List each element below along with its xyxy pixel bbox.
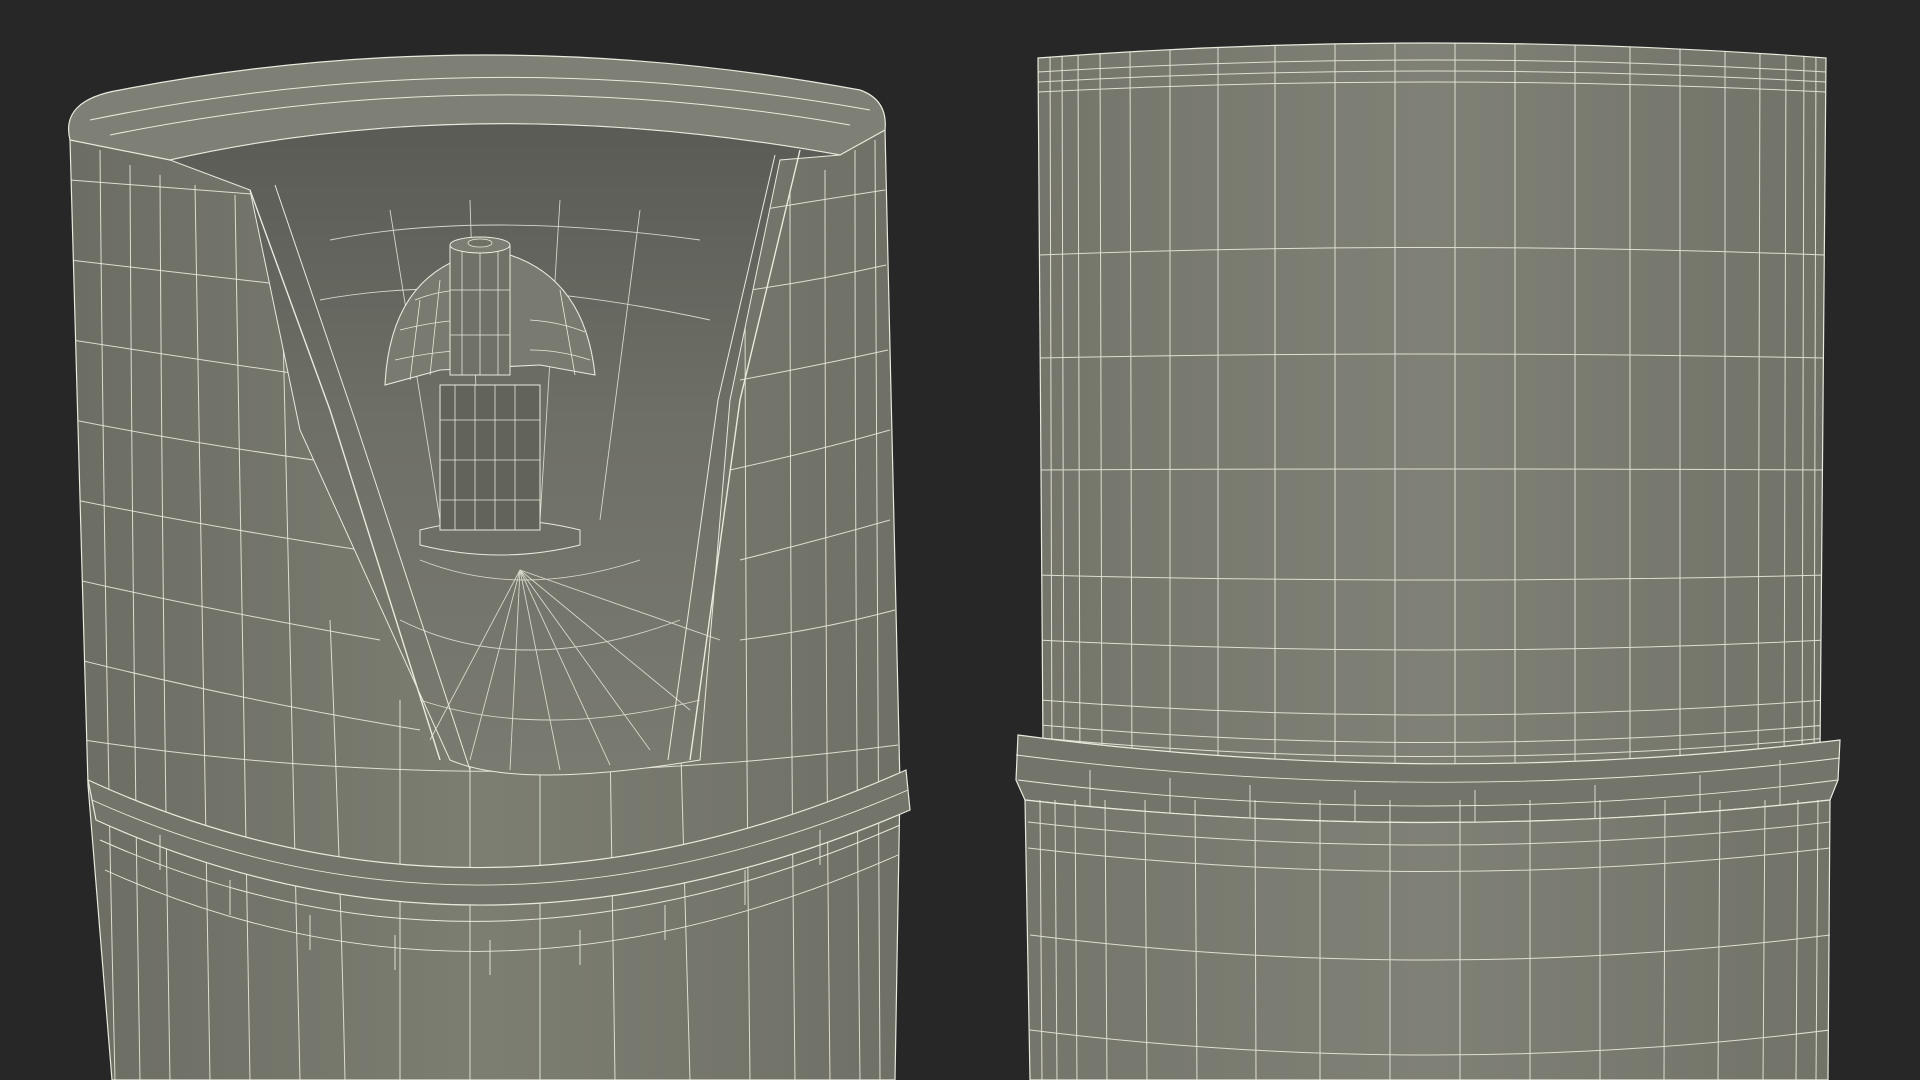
right-upper-cylinder	[1037, 42, 1827, 771]
solid-cylinder-with-collar	[1015, 42, 1841, 1080]
cut-cylinder-with-v-notch-and-stem	[68, 54, 911, 1080]
wireframe-render-viewport	[68, 42, 1841, 1080]
